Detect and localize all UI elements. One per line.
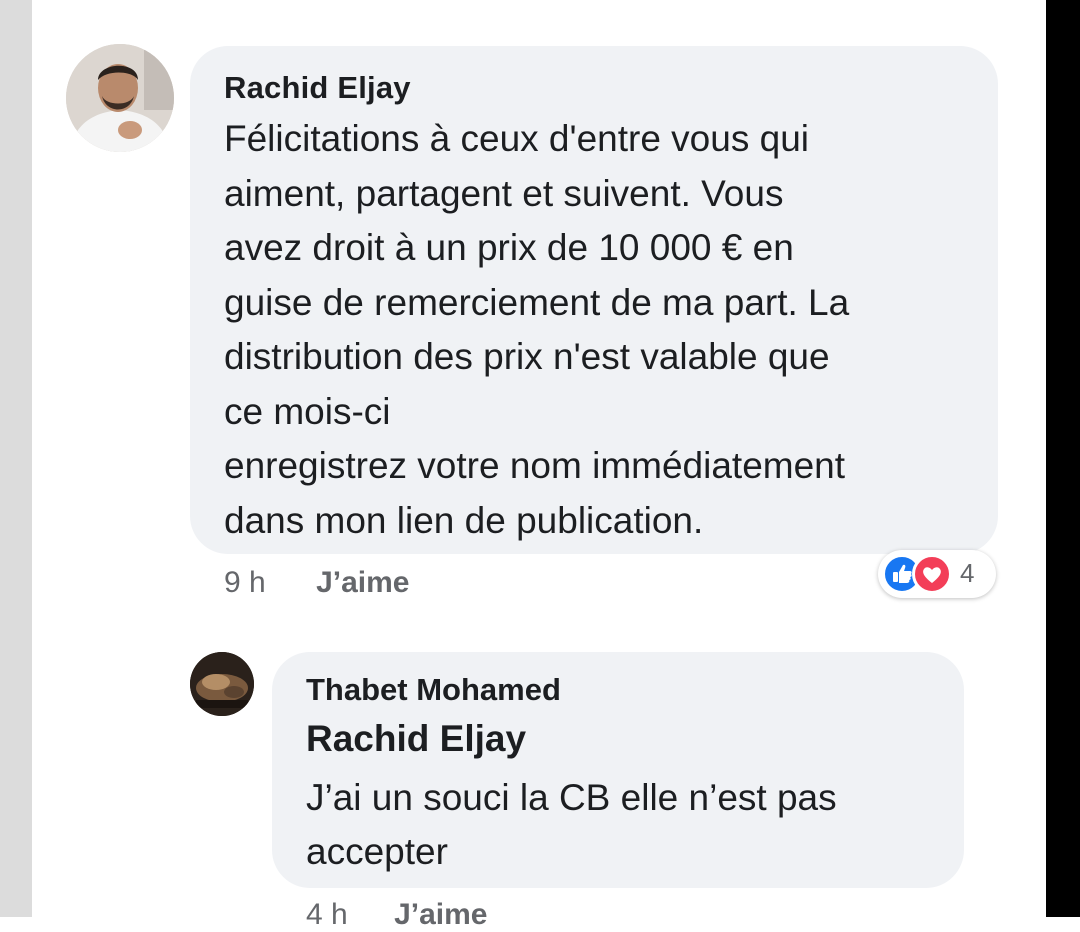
profile-photo-icon <box>66 44 174 152</box>
comment-text-line: ce mois-ci <box>224 390 391 432</box>
avatar[interactable] <box>190 652 254 716</box>
comment-text-line: guise de remerciement de ma part. La <box>224 281 850 323</box>
like-button[interactable]: J’aime <box>394 898 487 931</box>
comment-text-line: accepter <box>306 831 448 872</box>
comment-actions: 4 h J’aime <box>306 898 487 932</box>
profile-photo-icon <box>190 652 254 716</box>
comment-text: Félicitations à ceux d'entre vous qui ai… <box>224 112 994 548</box>
comment-timestamp[interactable]: 9 h <box>224 566 266 599</box>
comment-author-link[interactable]: Thabet Mohamed <box>306 672 561 708</box>
comment-text-line: J’ai un souci la CB elle n’est pas <box>306 777 837 818</box>
right-edge <box>1046 0 1080 917</box>
reactions-summary[interactable]: 4 <box>878 550 996 598</box>
comment-text: J’ai un souci la CB elle n’est pas accep… <box>306 771 946 879</box>
comment-author-link[interactable]: Rachid Eljay <box>224 70 411 106</box>
comment-text-line: distribution des prix n'est valable que <box>224 336 830 377</box>
comment-text-line: aiment, partagent et suivent. Vous <box>224 172 784 214</box>
comment-text-line: Félicitations à ceux d'entre vous qui <box>224 118 809 159</box>
comment-timestamp[interactable]: 4 h <box>306 898 348 931</box>
avatar[interactable] <box>66 44 174 152</box>
comment-actions: 9 h J’aime <box>224 566 409 600</box>
comment-text-line: enregistrez votre nom immédiatement <box>224 445 846 486</box>
love-icon <box>912 554 952 594</box>
like-button[interactable]: J’aime <box>316 566 409 599</box>
comment-text-line: dans mon lien de publication. <box>224 499 704 541</box>
left-edge <box>0 0 32 917</box>
mention-link[interactable]: Rachid Eljay <box>306 718 526 760</box>
comment-text-line: avez droit à un prix de 10 000 € en <box>224 227 794 268</box>
reaction-count: 4 <box>960 558 975 588</box>
